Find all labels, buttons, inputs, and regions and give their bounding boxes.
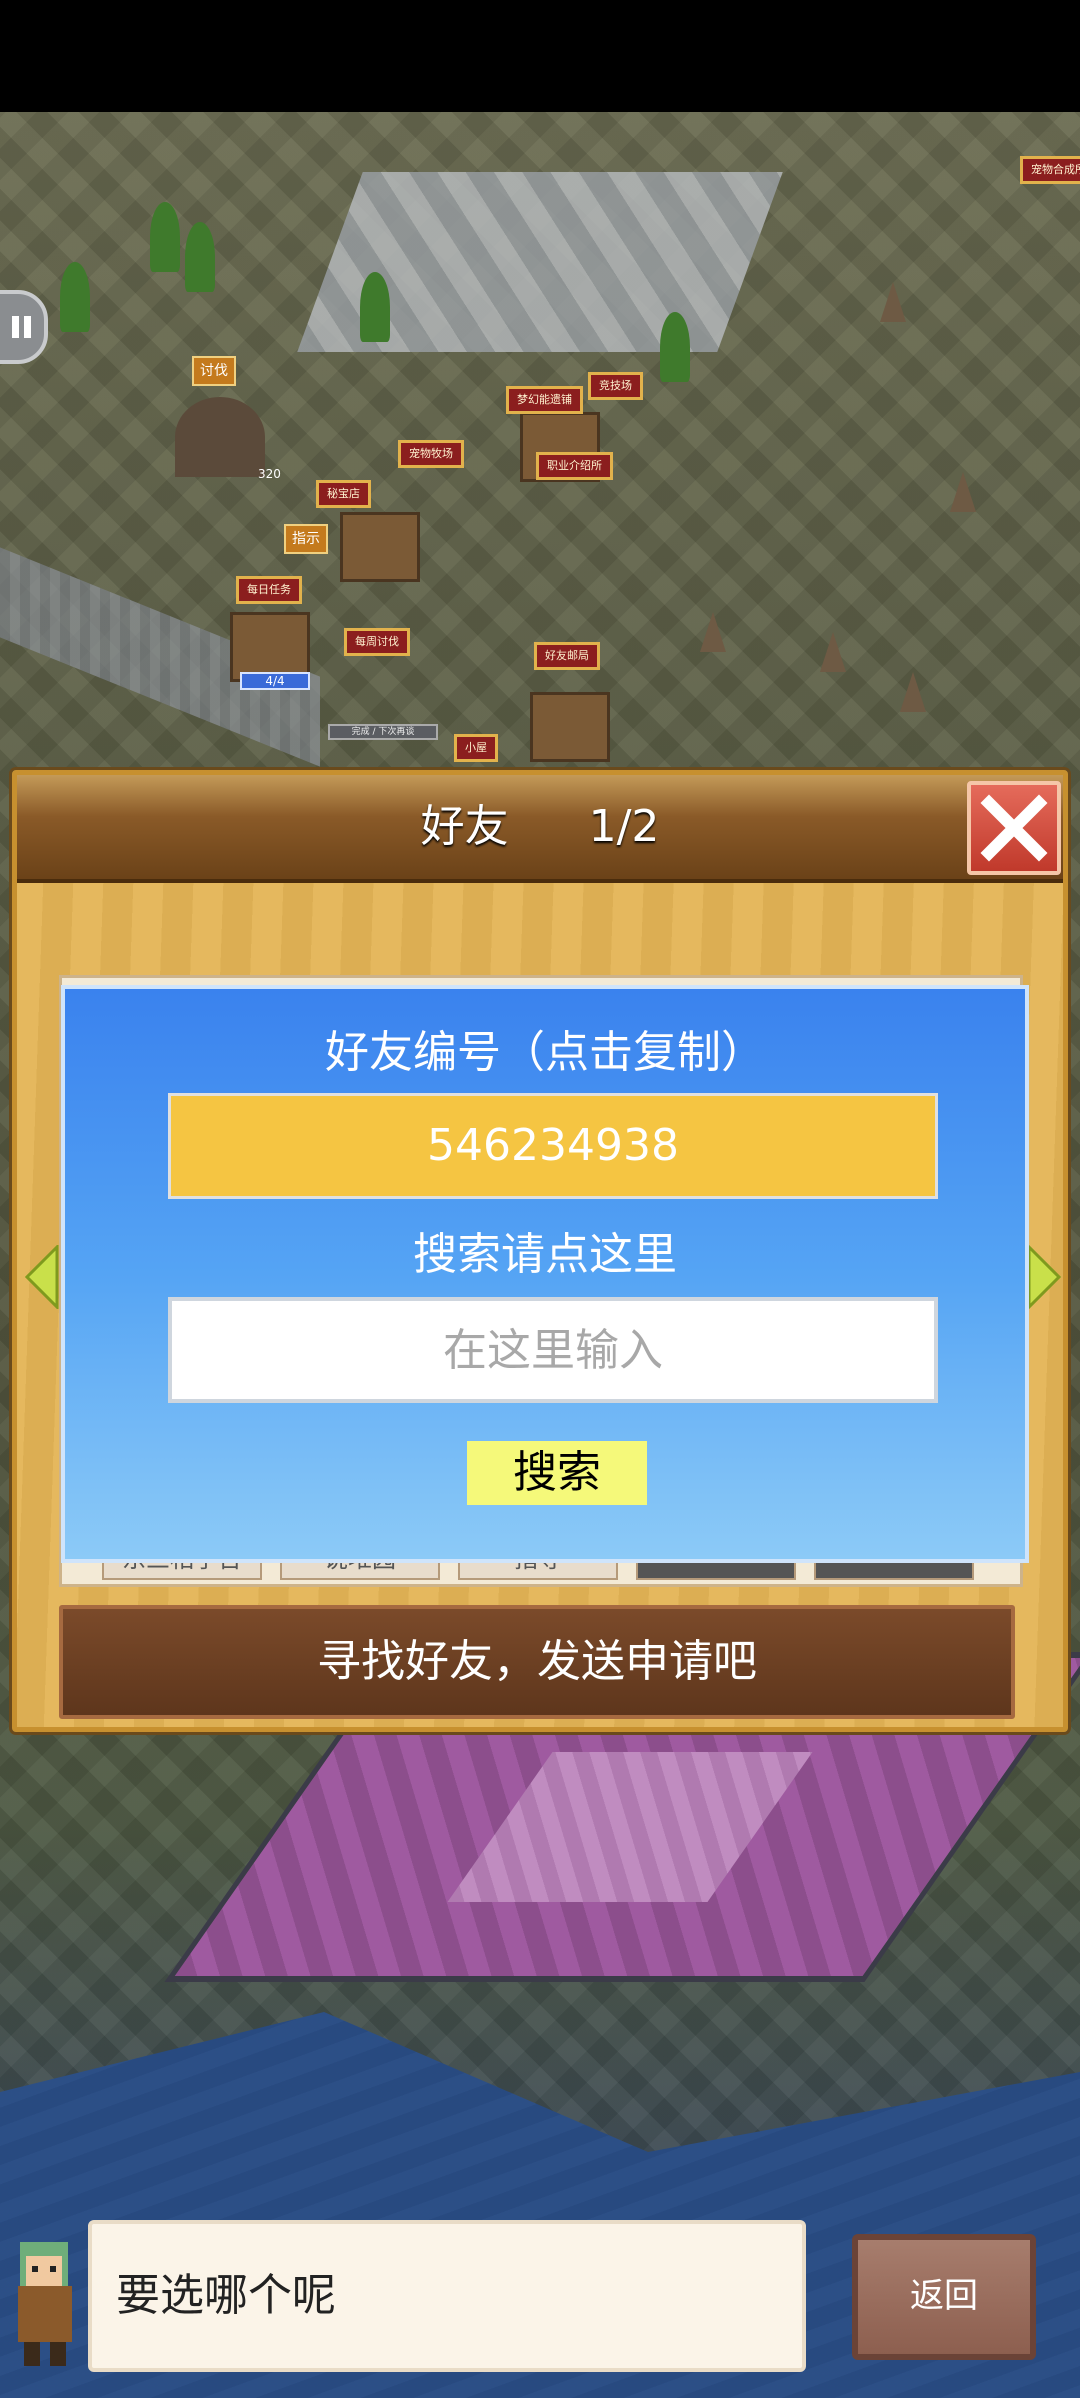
map-label-treasure-shop[interactable]: 秘宝店 xyxy=(316,480,371,508)
rock xyxy=(880,282,906,322)
dialog-title: 好友 1/2 xyxy=(17,799,1063,855)
friend-search-input[interactable] xyxy=(168,1297,938,1403)
map-blue-bar: 4/4 xyxy=(240,672,310,690)
dialog-page-indicator: 1/2 xyxy=(588,801,660,852)
arrow-right-icon[interactable] xyxy=(1027,1245,1061,1309)
message-text: 要选哪个呢 xyxy=(116,2270,336,2321)
map-label-friend-post[interactable]: 好友邮局 xyxy=(534,642,600,670)
dialog-header: 好友 1/2 xyxy=(17,775,1063,883)
cave[interactable] xyxy=(175,397,265,477)
map-label-weekly-subjugate[interactable]: 每周讨伐 xyxy=(344,628,410,656)
friends-dialog: 好友 1/2 东三相学台 说堆园 指导 好友编号（点击复制） 546234938… xyxy=(12,770,1068,1732)
rock xyxy=(700,612,726,652)
dialog-title-text: 好友 xyxy=(420,801,509,852)
friend-id-label: 好友编号（点击复制） xyxy=(325,1027,765,1078)
map-label-guide[interactable]: 指示 xyxy=(284,524,328,554)
rock xyxy=(900,672,926,712)
palm-tree xyxy=(660,312,690,382)
search-button[interactable]: 搜索 xyxy=(467,1441,647,1505)
arrow-left-icon[interactable] xyxy=(25,1245,59,1309)
close-icon xyxy=(980,794,1048,862)
rock xyxy=(950,472,976,512)
rock xyxy=(820,632,846,672)
palm-tree xyxy=(150,202,180,272)
map-label-pet-ranch[interactable]: 宠物牧场 xyxy=(398,440,464,468)
friend-search-panel: 好友编号（点击复制） 546234938 搜索请点这里 搜索 xyxy=(61,985,1029,1563)
map-label-pet-fusion[interactable]: 宠物合成所 xyxy=(1020,156,1080,184)
map-counter: 320 xyxy=(258,467,281,481)
back-button[interactable]: 返回 xyxy=(852,2234,1036,2360)
map-label-daily-task[interactable]: 每日任务 xyxy=(236,576,302,604)
building[interactable] xyxy=(340,512,420,582)
map-label-hut[interactable]: 小屋 xyxy=(454,734,498,762)
map-label-job-agency[interactable]: 职业介绍所 xyxy=(536,452,613,480)
npc-avatar xyxy=(18,2242,72,2366)
close-button[interactable] xyxy=(967,781,1061,875)
palm-tree xyxy=(360,272,390,342)
map-gray-bar: 完成 / 下次再谈 xyxy=(328,724,438,740)
search-label: 搜索请点这里 xyxy=(413,1229,677,1280)
pause-icon[interactable] xyxy=(0,290,48,364)
map-label-dream-shop[interactable]: 梦幻能遗铺 xyxy=(506,386,583,414)
building[interactable] xyxy=(530,692,610,762)
palm-tree xyxy=(185,222,215,292)
friend-id-copy-button[interactable]: 546234938 xyxy=(168,1093,938,1199)
palm-tree xyxy=(60,262,90,332)
find-friends-banner: 寻找好友，发送申请吧 xyxy=(59,1605,1015,1719)
message-box: 要选哪个呢 xyxy=(88,2220,806,2372)
map-label-subjugate[interactable]: 讨伐 xyxy=(192,356,236,386)
status-bar xyxy=(0,0,1080,112)
map-label-arena[interactable]: 竞技场 xyxy=(588,372,643,400)
